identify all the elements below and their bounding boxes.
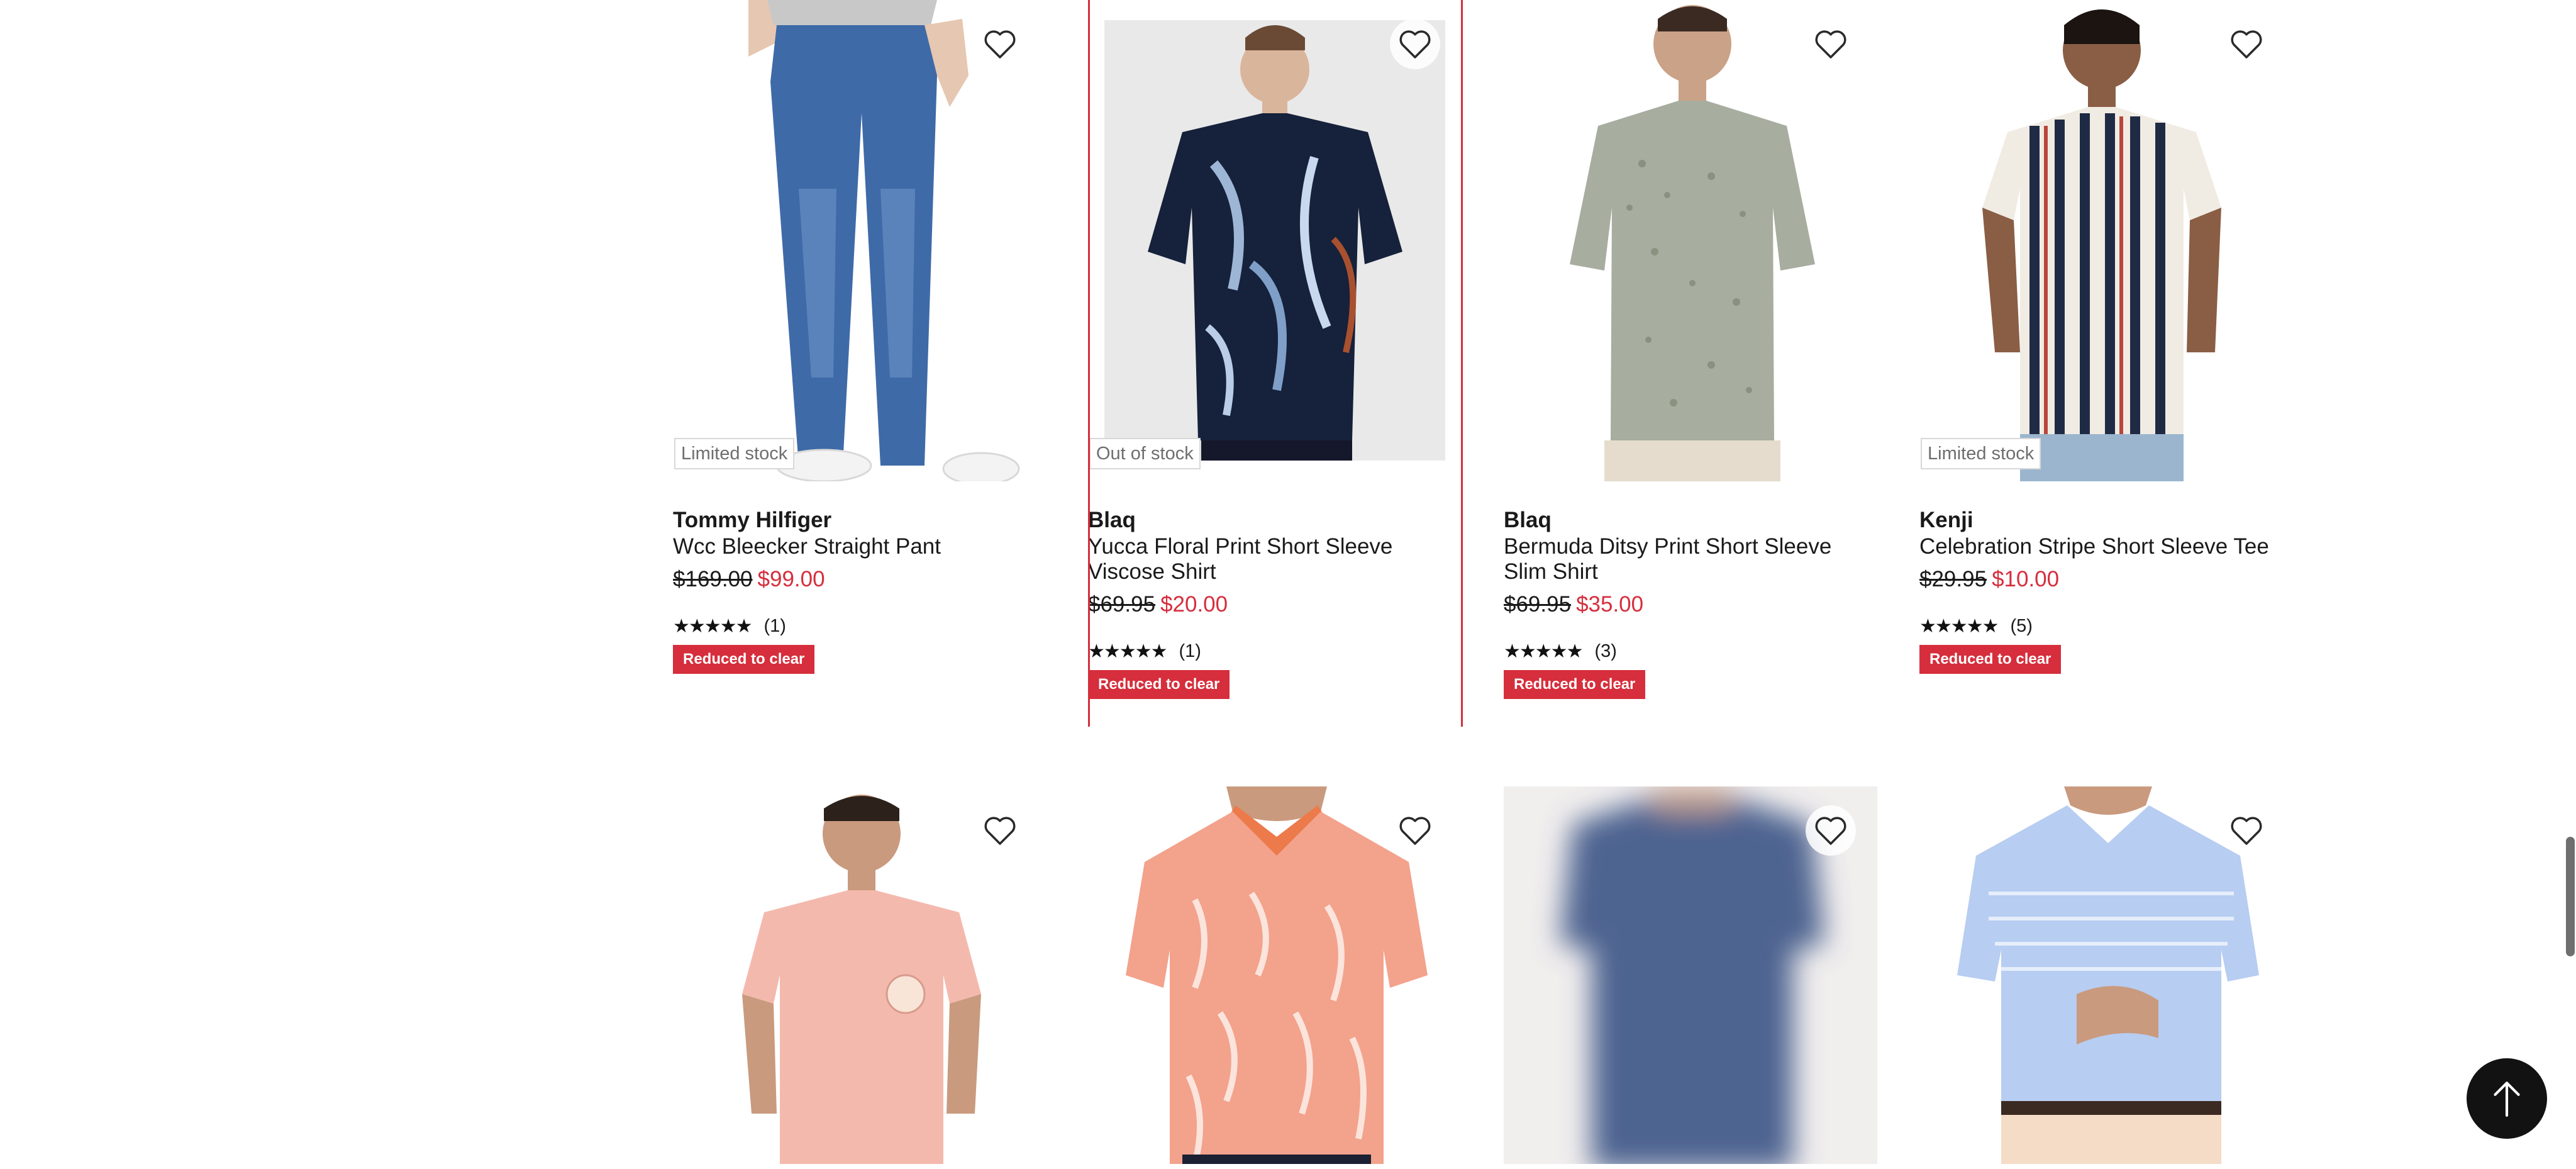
rating-count: (1) xyxy=(763,615,786,636)
was-price: $69.95 xyxy=(1504,592,1572,617)
back-to-top-button[interactable] xyxy=(2467,1058,2547,1139)
heart-outline-icon xyxy=(1815,30,1846,59)
heart-outline-icon xyxy=(1399,30,1431,59)
product-rating[interactable]: ★★★★★ (1) xyxy=(1088,640,1462,663)
sale-price: $20.00 xyxy=(1160,592,1228,617)
product-brand[interactable]: Kenji xyxy=(1919,506,2293,534)
was-price: $29.95 xyxy=(1919,567,1987,591)
promo-badge: Reduced to clear xyxy=(673,645,815,674)
wishlist-button[interactable] xyxy=(1806,805,1856,856)
heart-outline-icon xyxy=(1399,817,1431,845)
heart-outline-icon xyxy=(984,30,1016,59)
product-card[interactable]: Limited stock Tommy Hilfiger Wcc Bleecke… xyxy=(673,0,1046,674)
wishlist-button[interactable] xyxy=(1390,19,1440,69)
rating-stars-icon: ★★★★★ xyxy=(1504,640,1583,662)
product-name[interactable]: Yucca Floral Print Short Sleeve Viscose … xyxy=(1088,534,1462,584)
scrollbar-thumb[interactable] xyxy=(2566,837,2575,956)
was-price: $69.95 xyxy=(1088,592,1156,617)
sale-price: $10.00 xyxy=(1992,567,2060,591)
product-image[interactable] xyxy=(673,786,1046,1164)
product-price: $69.95 $35.00 xyxy=(1504,591,1877,618)
rating-count: (3) xyxy=(1594,640,1617,661)
sale-price: $99.00 xyxy=(757,567,825,591)
rating-count: (5) xyxy=(2010,615,2033,636)
product-photo-stripe-tee xyxy=(1919,0,2293,481)
product-photo-jeans xyxy=(673,0,1046,481)
wishlist-button[interactable] xyxy=(1390,805,1440,856)
product-photo-ditsy-shirt xyxy=(1504,0,1877,481)
product-card[interactable]: Out of stock Blaq Yucca Floral Print Sho… xyxy=(1088,0,1463,727)
stock-label: Limited stock xyxy=(1921,438,2041,469)
product-card[interactable] xyxy=(1919,786,2293,1164)
product-image[interactable] xyxy=(1504,0,1877,481)
product-rating[interactable]: ★★★★★ (5) xyxy=(1919,615,2293,637)
product-image[interactable] xyxy=(1088,786,1462,1164)
rating-count: (1) xyxy=(1179,640,1201,661)
product-image[interactable]: Out of stock xyxy=(1088,0,1462,481)
product-brand[interactable]: Tommy Hilfiger xyxy=(673,506,1046,534)
rating-stars-icon: ★★★★★ xyxy=(673,615,752,637)
promo-badge: Reduced to clear xyxy=(1919,645,2062,674)
rating-stars-icon: ★★★★★ xyxy=(1919,615,1999,637)
wishlist-button[interactable] xyxy=(2221,805,2272,856)
product-name[interactable]: Wcc Bleecker Straight Pant xyxy=(673,534,1046,559)
heart-outline-icon xyxy=(984,817,1016,845)
product-price: $29.95 $10.00 xyxy=(1919,566,2293,593)
promo-badge: Reduced to clear xyxy=(1088,670,1230,699)
product-image[interactable] xyxy=(1504,786,1877,1164)
stock-label: Out of stock xyxy=(1089,438,1201,469)
product-rating[interactable]: ★★★★★ (3) xyxy=(1504,640,1877,663)
product-card[interactable] xyxy=(1504,786,1877,1164)
heart-outline-icon xyxy=(1815,817,1846,845)
product-rating[interactable]: ★★★★★ (1) xyxy=(673,615,1046,637)
product-name[interactable]: Celebration Stripe Short Sleeve Tee xyxy=(1919,534,2293,559)
product-card[interactable]: Blaq Bermuda Ditsy Print Short Sleeve Sl… xyxy=(1504,0,1877,699)
sale-price: $35.00 xyxy=(1576,592,1644,617)
wishlist-button[interactable] xyxy=(1806,19,1856,69)
product-price: $69.95 $20.00 xyxy=(1088,591,1462,618)
product-price: $169.00 $99.00 xyxy=(673,566,1046,593)
product-image[interactable] xyxy=(1919,786,2293,1164)
product-image[interactable]: Limited stock xyxy=(673,0,1046,481)
arrow-up-icon xyxy=(2494,1082,2520,1117)
product-card[interactable] xyxy=(1088,786,1462,1164)
product-card[interactable]: Limited stock Kenji Celebration Stripe S… xyxy=(1919,0,2293,674)
wishlist-button[interactable] xyxy=(2221,19,2272,69)
heart-outline-icon xyxy=(2231,817,2262,845)
product-photo-palm-shirt xyxy=(1088,0,1462,481)
stock-label: Limited stock xyxy=(674,438,795,469)
product-brand[interactable]: Blaq xyxy=(1088,506,1462,534)
wishlist-button[interactable] xyxy=(975,805,1025,856)
heart-outline-icon xyxy=(2231,30,2262,59)
was-price: $169.00 xyxy=(673,567,753,591)
rating-stars-icon: ★★★★★ xyxy=(1088,640,1167,662)
product-card[interactable] xyxy=(673,786,1046,1164)
wishlist-button[interactable] xyxy=(975,19,1025,69)
product-image[interactable]: Limited stock xyxy=(1919,0,2293,481)
product-brand[interactable]: Blaq xyxy=(1504,506,1877,534)
product-name[interactable]: Bermuda Ditsy Print Short Sleeve Slim Sh… xyxy=(1504,534,1877,584)
promo-badge: Reduced to clear xyxy=(1504,670,1646,699)
